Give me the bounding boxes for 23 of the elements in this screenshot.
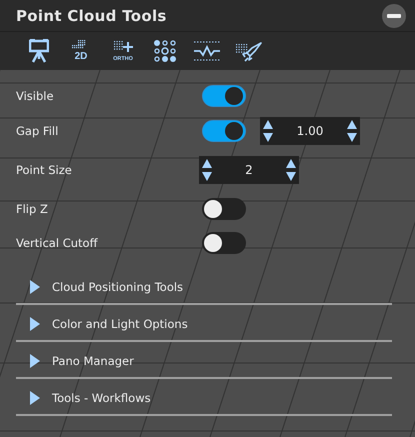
- window-title: Point Cloud Tools: [16, 6, 167, 24]
- number-spinner[interactable]: 2: [199, 156, 299, 184]
- toggle-switch[interactable]: [202, 198, 246, 220]
- toggle-switch[interactable]: [202, 84, 246, 106]
- setting-label: Vertical Cutoff: [16, 236, 98, 250]
- 2d-view-button[interactable]: 2D: [66, 36, 96, 66]
- setting-label: Flip Z: [16, 202, 48, 216]
- minus-icon: [387, 14, 401, 18]
- section-header[interactable]: Pano Manager: [30, 354, 134, 368]
- up-down-arrows-icon[interactable]: [347, 120, 357, 142]
- number-spinner[interactable]: 1.00: [260, 116, 360, 144]
- toggle-switch[interactable]: [202, 232, 246, 254]
- minimize-button[interactable]: [382, 4, 406, 28]
- up-down-arrows-icon[interactable]: [286, 159, 296, 181]
- section-header[interactable]: Cloud Positioning Tools: [30, 280, 184, 294]
- section-header[interactable]: Color and Light Options: [30, 316, 188, 330]
- setting-label: Gap Fill: [16, 124, 58, 138]
- section-header[interactable]: Tools - Workflows: [30, 390, 151, 404]
- up-down-arrows-icon[interactable]: [202, 159, 212, 181]
- setting-label: Visible: [16, 88, 54, 102]
- setting-label: Point Size: [16, 163, 72, 177]
- up-down-arrows-icon[interactable]: [263, 120, 273, 142]
- toggle-switch[interactable]: [202, 120, 246, 142]
